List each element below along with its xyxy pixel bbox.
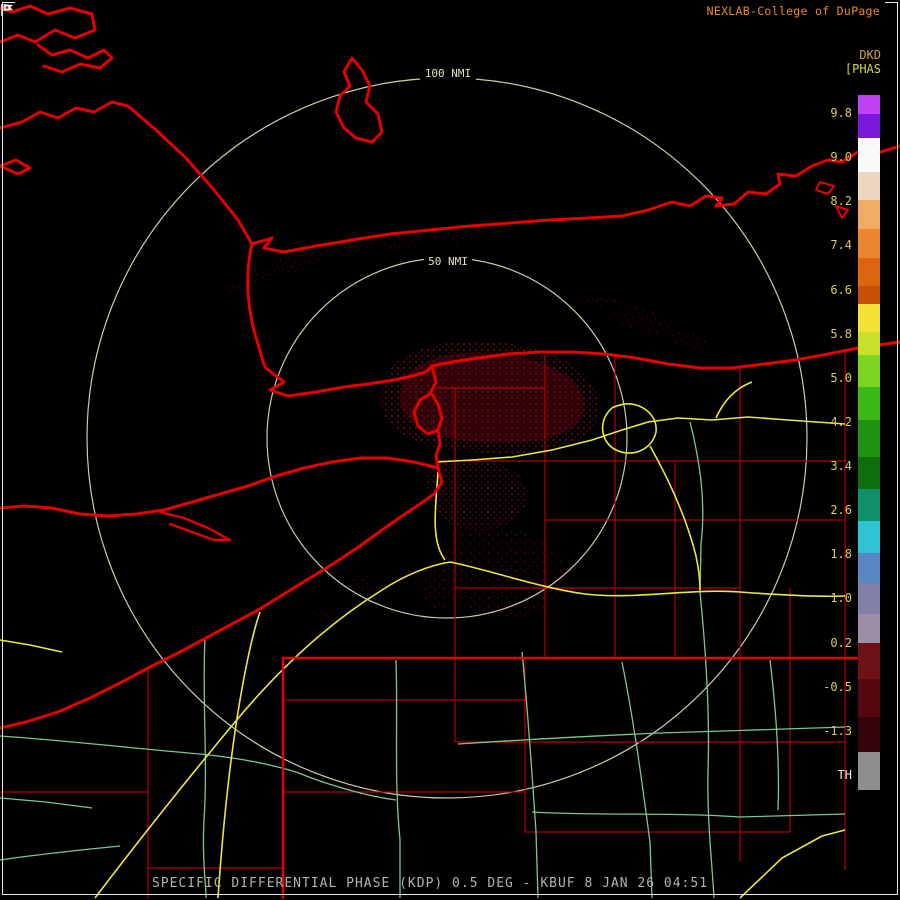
colorbar-segment — [858, 456, 880, 490]
colorbar-segment — [858, 420, 880, 457]
frame-border-right — [897, 2, 898, 895]
brand-text: NEXLAB-College of DuPage — [706, 4, 880, 18]
colorbar-segment — [858, 355, 880, 387]
colorbar-segment — [858, 386, 880, 421]
colorbar — [858, 95, 880, 791]
colorbar-segment — [858, 114, 880, 139]
product-code: DKD — [859, 48, 881, 62]
colorbar-segment — [858, 717, 880, 752]
colorbar-segment — [858, 642, 880, 679]
frame-border-top-right — [885, 2, 898, 3]
colorbar-segment — [858, 613, 880, 643]
colorbar-segment — [858, 552, 880, 584]
shoreline-layer — [0, 4, 900, 900]
colorbar-segment — [858, 257, 880, 287]
road-layer — [0, 421, 846, 899]
echo-patch — [427, 458, 527, 531]
colorbar-segment — [858, 95, 880, 115]
colorbar-segment — [858, 229, 880, 258]
colorbar-segment — [858, 751, 880, 791]
colorbar-segment — [858, 678, 880, 718]
ring-label-50nmi: 50 NMI — [428, 255, 468, 268]
product-units: [PHAS — [844, 62, 881, 76]
colorbar-segment — [858, 171, 880, 201]
colorbar-segment — [858, 286, 880, 304]
colorbar-segment — [858, 303, 880, 333]
map-svg: 100 NMI 50 NMI — [0, 4, 900, 900]
frame-border-top-left — [2, 2, 15, 3]
ring-label-100nmi: 100 NMI — [425, 67, 471, 80]
colorbar-segment — [858, 200, 880, 230]
frame-border-left — [2, 2, 3, 895]
colorbar-segment — [858, 489, 880, 521]
frame-border-bottom — [2, 894, 898, 895]
echo-patch — [447, 525, 567, 619]
colorbar-segment — [858, 332, 880, 356]
highway-layer — [0, 381, 846, 899]
radar-display: 100 NMI 50 NMI NEXLAB-College of DuPage … — [0, 0, 900, 900]
colorbar-segment — [858, 138, 880, 172]
colorbar-segment — [858, 520, 880, 553]
colorbar-segment — [858, 583, 880, 614]
radar-echo-layer — [225, 231, 712, 621]
product-caption: SPECIFIC DIFFERENTIAL PHASE (KDP) 0.5 DE… — [151, 876, 709, 891]
